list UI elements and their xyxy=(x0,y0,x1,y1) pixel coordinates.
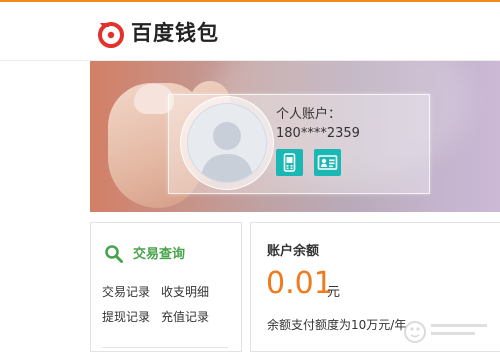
balance-unit: 元 xyxy=(327,285,341,300)
id-card-icon[interactable] xyxy=(314,149,341,176)
brand-name[interactable]: 百度钱包 xyxy=(131,20,219,46)
header-bar: 百度钱包 xyxy=(0,2,500,61)
link-recharge-records[interactable]: 充值记录 xyxy=(161,310,209,324)
baidu-wallet-logo-icon[interactable] xyxy=(96,18,126,48)
default-avatar-icon[interactable] xyxy=(187,103,267,183)
phone-icon[interactable] xyxy=(276,149,303,176)
panel-divider xyxy=(102,347,228,348)
account-title: 个人账户： xyxy=(276,107,342,122)
transaction-query-title[interactable]: 交易查询 xyxy=(133,247,185,263)
link-withdrawal-records[interactable]: 提现记录 xyxy=(102,310,150,324)
account-number: 180****2359 xyxy=(276,126,360,141)
link-income-expense[interactable]: 收支明细 xyxy=(161,285,209,299)
phone-glyph-icon xyxy=(283,153,296,172)
balance-title: 账户余额 xyxy=(267,244,320,259)
left-gutter xyxy=(0,61,90,350)
watermark-graphic xyxy=(404,321,487,343)
avatar-silhouette-icon xyxy=(200,122,254,182)
id-card-glyph-icon xyxy=(317,155,338,170)
link-transaction-records[interactable]: 交易记录 xyxy=(102,285,150,299)
payment-quota-text: 余额支付额度为10万元/年 xyxy=(267,318,407,332)
balance-amount: 0.01 xyxy=(266,266,333,301)
search-icon[interactable] xyxy=(104,244,124,264)
